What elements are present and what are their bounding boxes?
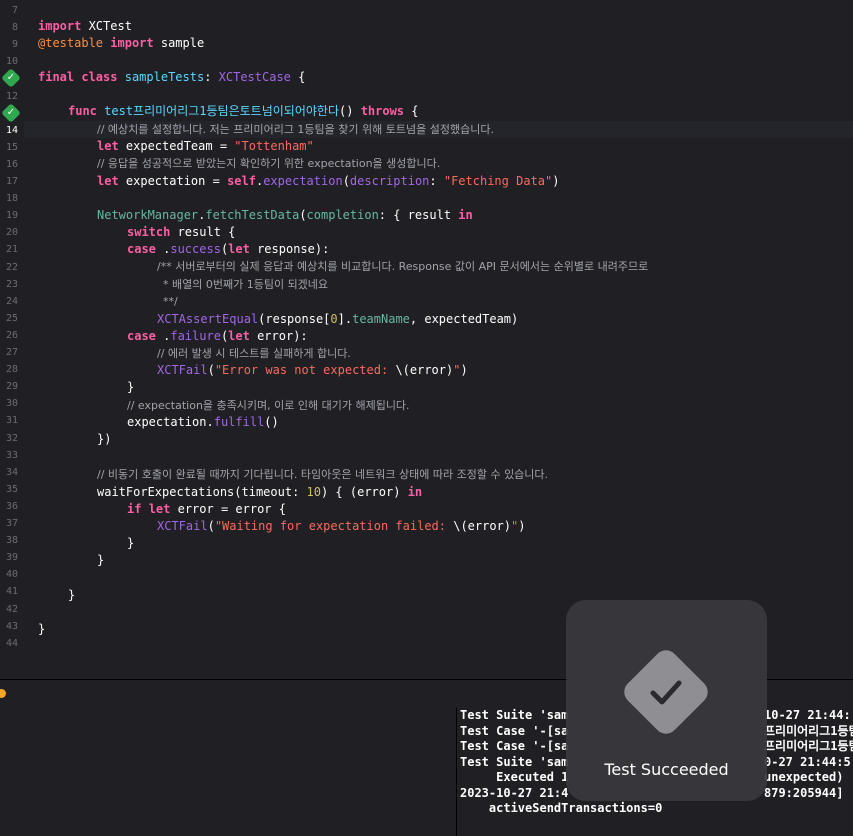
code-line-31: expectation.fulfill()	[127, 415, 279, 429]
line-number: 25	[5, 312, 18, 324]
line-number: 16	[5, 158, 18, 170]
console-line-tail: 프리미어리그1등팀	[764, 723, 853, 738]
console-line-tail: 0-27 21:44:5	[764, 754, 851, 769]
code-line-20: switch result {	[127, 225, 236, 239]
code-line-9: @testable import sample	[38, 36, 205, 50]
checkmark-icon	[650, 680, 682, 705]
code-line-37: XCTFail("Waiting for expectation failed:…	[157, 519, 526, 533]
line-number: 39	[5, 552, 18, 564]
code-line-35: waitForExpectations(timeout: 10) { (erro…	[97, 485, 423, 499]
line-number: 12	[5, 90, 18, 102]
console-line: Executed 1	[460, 770, 569, 784]
line-number: 32	[5, 432, 18, 444]
line-number: 31	[5, 415, 18, 427]
line-number: 41	[5, 586, 18, 598]
line-number: 24	[5, 295, 18, 307]
code-line-21: case .success(let response):	[127, 242, 330, 256]
line-number: 14	[5, 124, 18, 136]
line-number: 34	[5, 466, 18, 478]
line-number: 26	[5, 329, 18, 341]
code-line-19: NetworkManager.fetchTestData(completion:…	[97, 208, 473, 222]
code-line-39: }	[97, 553, 105, 567]
line-number: 36	[5, 500, 18, 512]
console-line: Test Suite 'sam	[460, 708, 569, 722]
code-line-32: })	[97, 432, 112, 446]
console-line: activeSendTransactions=0	[460, 801, 663, 815]
console-line: Test Case '-[sa	[460, 723, 569, 738]
hud-label: Test Succeeded	[604, 760, 729, 779]
console-line: Test Case '-[sa	[460, 739, 569, 753]
line-number: 27	[5, 347, 18, 358]
line-number: 38	[5, 535, 18, 547]
code-line-16: // 응답을 성공적으로 받았는지 확인하기 위한 expectation을 생…	[97, 157, 441, 170]
code-line-25: XCTAssertEqual(response[0].teamName, exp…	[157, 312, 519, 326]
line-number: 29	[5, 381, 18, 393]
variables-view[interactable]	[0, 708, 457, 836]
code-line-36: if let error = error {	[127, 502, 286, 516]
code-line-23: * 배열의 0번째가 1등팀이 되겠네요	[163, 278, 329, 291]
line-number: 35	[5, 483, 18, 495]
code-line-34: // 비동기 호출이 완료될 때까지 기다립니다. 타임아웃은 네트워크 상태에…	[97, 468, 549, 481]
code-line-14: // 예상치를 설정합니다. 저는 프리미어리그 1등팀을 찾기 위해 토트넘을…	[97, 123, 494, 136]
line-number: 17	[5, 176, 18, 187]
test-method-passed-icon[interactable]: ✓	[1, 103, 21, 123]
line-number: 19	[5, 210, 18, 222]
code-line-28: XCTFail("Error was not expected: \(error…	[157, 363, 468, 377]
code-line-43: }	[38, 622, 46, 636]
code-line-22: /** 서버로부터의 실제 응답과 예상치를 비교합니다. Response 값…	[157, 260, 649, 273]
line-number: 9	[11, 39, 18, 51]
console-line-tail: 10-27 21:44:	[764, 708, 851, 722]
console-line-tail: 879:205944]	[764, 785, 844, 800]
code-line-17: let expectation = self.expectation(descr…	[97, 174, 560, 188]
line-number: 43	[5, 620, 18, 632]
line-number: 42	[5, 603, 18, 615]
code-line-11: final class sampleTests: XCTestCase {	[38, 70, 306, 84]
console-line-tail: 프리미어리그1등팀	[764, 739, 853, 753]
line-number: 30	[5, 398, 18, 410]
line-number: 37	[5, 518, 18, 529]
code-line-38: }	[127, 536, 135, 550]
console-line-tail: unexpected)	[764, 770, 844, 784]
code-line-29: }	[127, 380, 135, 394]
line-number: 10	[5, 56, 18, 68]
code-line-15: let expectedTeam = "Tottenham"	[97, 139, 314, 153]
line-number: 8	[11, 22, 18, 34]
line-number: 21	[5, 244, 18, 256]
code-line-8: import XCTest	[38, 19, 132, 33]
line-number: 7	[11, 5, 18, 16]
code-line-26: case .failure(let error):	[127, 329, 308, 343]
code-line-24: **/	[163, 295, 178, 308]
code-line-27: // 에러 발생 시 테스트를 실패하게 합니다.	[157, 347, 351, 360]
line-number: 20	[5, 227, 18, 239]
line-number: 28	[5, 364, 18, 376]
line-number: 22	[5, 261, 18, 273]
console-line: 2023-10-27 21:4	[460, 785, 569, 800]
line-number: 40	[5, 569, 18, 581]
code-line-41: }	[68, 588, 76, 602]
code-line-13: func test프리미어리그1등팀은토트넘이되어야한다() throws {	[68, 104, 419, 118]
test-class-passed-icon[interactable]: ✓	[1, 68, 21, 88]
console-line: Test Suite 'sam	[460, 754, 569, 769]
line-number: 33	[5, 449, 18, 461]
test-succeeded-hud: Test Succeeded	[566, 600, 767, 801]
line-number: 23	[5, 278, 18, 290]
code-line-30: // expectation을 충족시키며, 이로 인해 대기가 해제됩니다.	[127, 399, 410, 412]
line-number: 44	[5, 637, 18, 649]
line-number: 18	[5, 193, 18, 205]
line-number: 15	[5, 141, 18, 153]
code-editor[interactable]: 7891011121314151617181920212223242526272…	[0, 0, 853, 680]
